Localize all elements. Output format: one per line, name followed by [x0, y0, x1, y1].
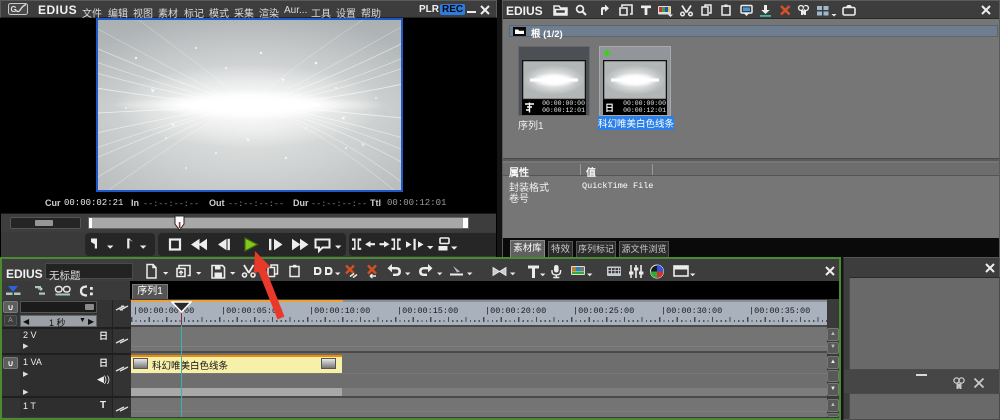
svg-text:A: A: [803, 6, 807, 12]
svg-text:G: G: [11, 5, 17, 14]
